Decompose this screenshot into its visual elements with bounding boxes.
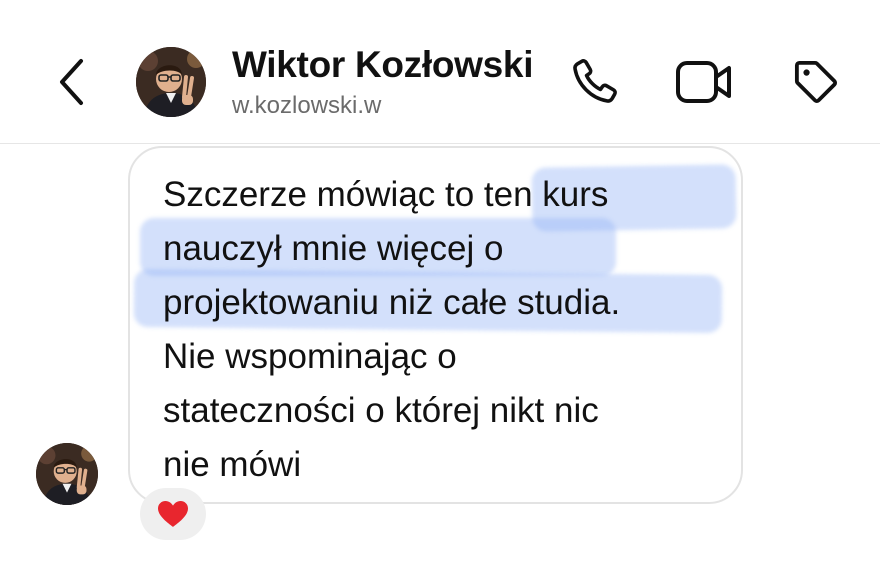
chevron-left-icon: [60, 59, 83, 105]
video-camera-icon: [676, 61, 731, 103]
message-line: Szczerze mówiąc to ten kurs: [163, 175, 609, 214]
message-text: Szczerze mówiąc to ten kurs nauczył mnie…: [163, 168, 723, 492]
heart-icon: [158, 501, 188, 527]
avatar-photo: [36, 443, 98, 505]
message-line: stateczności o której nikt nic: [163, 391, 599, 430]
message-line: projektowaniu niż całe studia.: [163, 283, 621, 322]
avatar-photo: [136, 47, 206, 117]
contact-name[interactable]: Wiktor Kozłowski: [232, 44, 533, 86]
back-button[interactable]: [50, 56, 94, 108]
video-call-button[interactable]: [673, 52, 735, 112]
contact-username[interactable]: w.kozlowski.w: [232, 92, 381, 120]
message-line: Nie wspominając o: [163, 337, 457, 376]
phone-icon: [573, 59, 617, 103]
tag-button[interactable]: [785, 52, 847, 112]
voice-call-button[interactable]: [563, 52, 625, 112]
tag-icon: [794, 60, 838, 104]
sender-avatar[interactable]: [36, 443, 98, 505]
message-line: nie mówi: [163, 445, 302, 484]
message-line: nauczył mnie więcej o: [163, 229, 504, 268]
conversation-header: Wiktor Kozłowski w.kozlowski.w: [0, 0, 880, 144]
contact-avatar[interactable]: [136, 47, 206, 117]
heart-reaction[interactable]: [140, 488, 206, 540]
